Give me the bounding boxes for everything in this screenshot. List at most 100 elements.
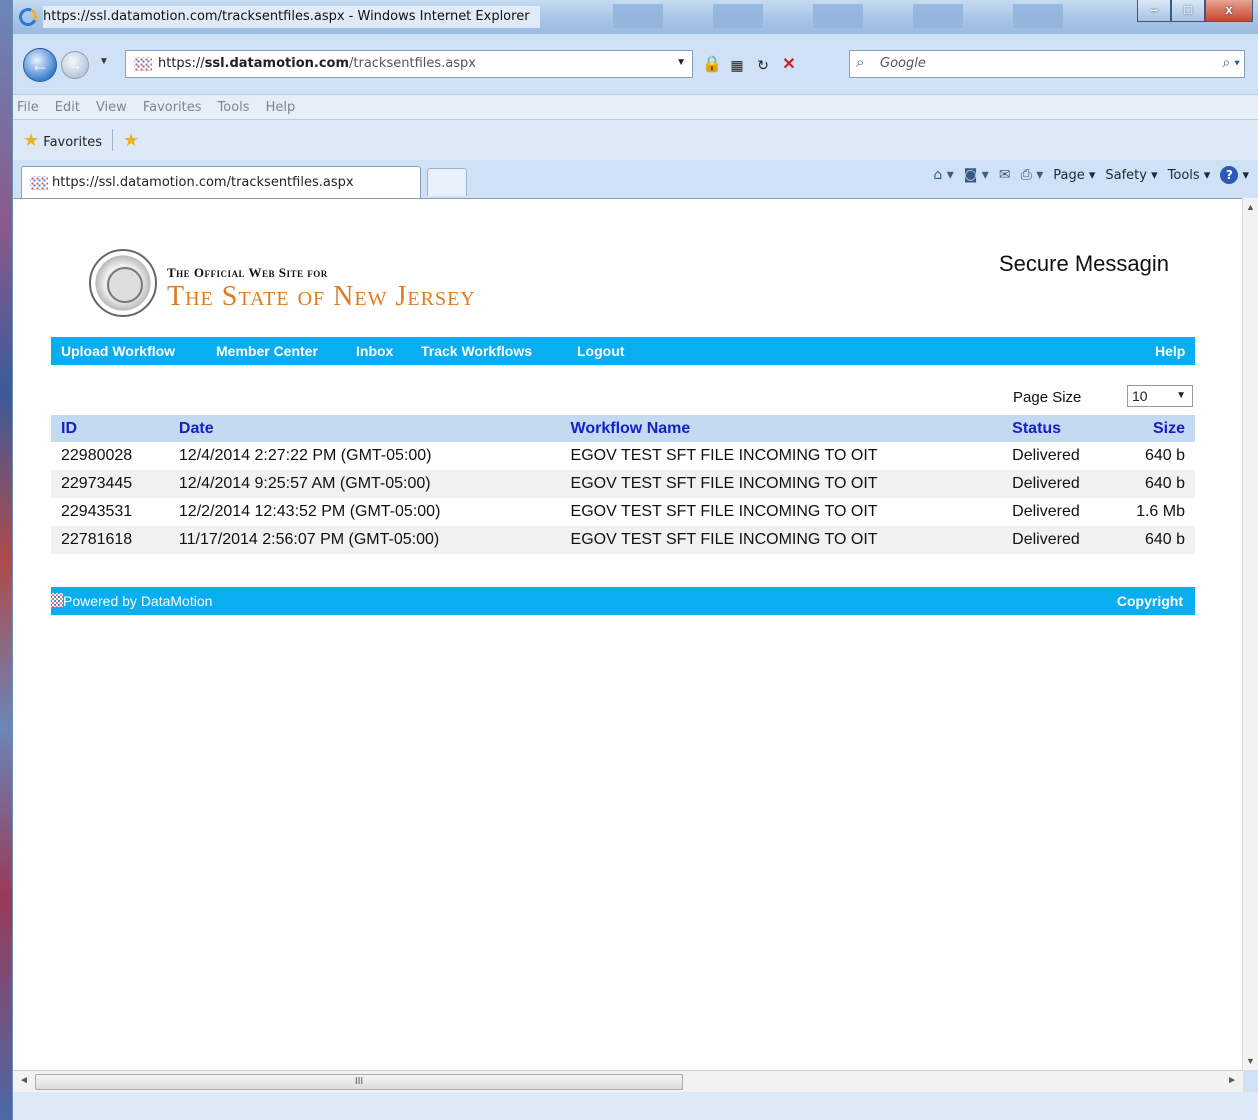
cell-date: 11/17/2014 2:56:07 PM (GMT-05:00) [168,526,561,554]
minimize-button[interactable]: – [1137,0,1171,22]
column-header-date[interactable]: Date [168,415,561,442]
cell-size: 640 b [1144,447,1185,464]
table-row[interactable]: 22943531 12/2/2014 12:43:52 PM (GMT-05:0… [51,498,1195,526]
favorites-label: Favorites [43,134,103,150]
cell-workflow-name: EGOV TEST SFT FILE INCOMING TO OIT [570,447,878,464]
menu-file[interactable]: File [17,100,39,115]
cell-status: Delivered [1002,470,1127,498]
page-content: The Official Web Site for The State of N… [13,198,1243,1070]
scroll-up-icon[interactable]: ▲ [1246,202,1255,212]
cell-size: 1.6 Mb [1136,503,1185,520]
scroll-down-icon[interactable]: ▼ [1246,1056,1255,1066]
menu-help[interactable]: Help [266,100,296,115]
title-bar[interactable]: https://ssl.datamotion.com/tracksentfile… [13,0,1258,34]
nav-upload-workflow[interactable]: Upload Workflow [61,343,175,359]
window-controls: – □ x [1137,0,1253,22]
search-go-icon[interactable]: ⌕ ▾ [1222,54,1240,71]
column-header-workflow-name[interactable]: Workflow Name [560,415,1003,442]
powered-by-link[interactable]: Powered by DataMotion [63,593,212,609]
lock-icon[interactable]: 🔒 [701,54,722,74]
address-row: ← → ▼ https://ssl.datamotion.com/trackse… [13,34,1258,94]
nav-track-workflows[interactable]: Track Workflows [421,343,532,359]
site-title: The State of New Jersey [167,281,476,312]
table-row[interactable]: 22980028 12/4/2014 2:27:22 PM (GMT-05:00… [51,442,1195,470]
horizontal-scroll-thumb[interactable]: III [35,1074,683,1090]
table-row[interactable]: 22973445 12/4/2014 9:25:57 AM (GMT-05:00… [51,470,1195,498]
tab-favicon-icon [30,176,48,190]
column-header-size[interactable]: Size [1126,415,1195,442]
workflows-table: ID Date Workflow Name Status Size 229800… [51,415,1195,554]
help-menu[interactable]: ? ▾ [1220,166,1249,184]
cell-workflow-name: EGOV TEST SFT FILE INCOMING TO OIT [560,470,1003,498]
history-dropdown-icon[interactable]: ▼ [99,56,109,67]
top-nav: Upload Workflow Member Center Inbox Trac… [51,337,1195,365]
cell-workflow-name: EGOV TEST SFT FILE INCOMING TO OIT [570,503,878,520]
page-size-label: Page Size [1013,389,1082,406]
copyright-link[interactable]: Copyright [1117,593,1183,609]
cell-size: 640 b [1126,526,1195,554]
compatibility-icon[interactable]: ▦ [727,54,747,74]
search-input[interactable]: ⌕ Google ⌕ ▾ [849,50,1245,78]
cell-id: 22980028 [61,447,133,464]
back-button[interactable]: ← [23,48,57,82]
maximize-button[interactable]: □ [1171,0,1205,22]
cell-status: Delivered [1012,503,1080,520]
table-header-row: ID Date Workflow Name Status Size [51,415,1195,442]
nav-help[interactable]: Help [1155,343,1185,359]
scroll-left-icon[interactable]: ◄ [19,1075,29,1086]
close-button[interactable]: x [1205,0,1253,22]
favorites-bar: ★ Favorites ★ [13,120,1258,160]
vertical-scrollbar[interactable]: ▲ ▼ [1242,198,1258,1070]
add-favorite-icon[interactable]: ★ [123,130,139,151]
refresh-icon[interactable]: ↻ [753,54,773,74]
stop-icon[interactable]: ✕ [779,54,799,74]
menu-tools[interactable]: Tools [218,100,250,115]
command-bar: ⌂ ▾ ◙ ▾ ✉ ⎙ ▾ Page ▾ Safety ▾ Tools ▾ ? … [933,166,1249,184]
column-header-status[interactable]: Status [1002,415,1127,442]
nav-member-center[interactable]: Member Center [216,343,318,359]
scroll-grip: III [354,1076,364,1087]
search-placeholder: Google [880,56,926,71]
page-size-select[interactable]: 10 ▼ [1127,385,1193,407]
tab-bar: https://ssl.datamotion.com/tracksentfile… [13,160,1258,198]
menu-bar: File Edit View Favorites Tools Help [13,94,1258,120]
footer-bar: Powered by DataMotion Copyright [51,587,1195,615]
column-header-id[interactable]: ID [51,415,169,442]
cell-id: 22973445 [51,470,169,498]
nav-logout[interactable]: Logout [577,343,624,359]
tab-tracksentfiles[interactable]: https://ssl.datamotion.com/tracksentfile… [21,166,421,198]
tools-menu[interactable]: Tools ▾ [1168,168,1211,183]
menu-edit[interactable]: Edit [55,100,80,115]
feeds-icon[interactable]: ◙ ▾ [964,167,989,183]
scroll-right-icon[interactable]: ► [1227,1075,1237,1086]
favorites-star-icon: ★ [23,129,40,151]
cell-status: Delivered [1012,447,1080,464]
cell-status: Delivered [1002,526,1127,554]
site-subtitle: The Official Web Site for [167,265,328,280]
menu-favorites[interactable]: Favorites [143,100,202,115]
browser-window: https://ssl.datamotion.com/tracksentfile… [12,0,1258,1120]
tab-title: https://ssl.datamotion.com/tracksentfile… [52,175,354,190]
site-favicon-icon [134,57,152,71]
nav-inbox[interactable]: Inbox [356,343,393,359]
forward-button[interactable]: → [61,51,89,79]
horizontal-scrollbar[interactable]: ◄ III ► [13,1070,1243,1092]
address-tools: 🔒 ▦ ↻ ✕ [701,50,799,78]
home-icon[interactable]: ⌂ ▾ [933,167,953,183]
datamotion-logo-icon [51,593,63,607]
safety-menu[interactable]: Safety ▾ [1105,168,1157,183]
address-dropdown-icon[interactable]: ▼ [676,57,686,68]
help-icon: ? [1220,166,1239,184]
address-text: https://ssl.datamotion.com/tracksentfile… [158,56,476,71]
mail-icon[interactable]: ✉ [999,167,1011,183]
favorites-button[interactable]: ★ Favorites [23,130,102,151]
menu-view[interactable]: View [96,100,127,115]
new-tab-button[interactable] [427,168,467,196]
search-icon: ⌕ [856,54,865,71]
address-input[interactable]: https://ssl.datamotion.com/tracksentfile… [125,50,693,78]
forward-arrow-icon: → [68,57,82,73]
print-icon[interactable]: ⎙ ▾ [1021,167,1044,183]
page-menu[interactable]: Page ▾ [1053,168,1095,183]
divider [112,129,114,151]
table-row[interactable]: 22781618 11/17/2014 2:56:07 PM (GMT-05:0… [51,526,1195,554]
